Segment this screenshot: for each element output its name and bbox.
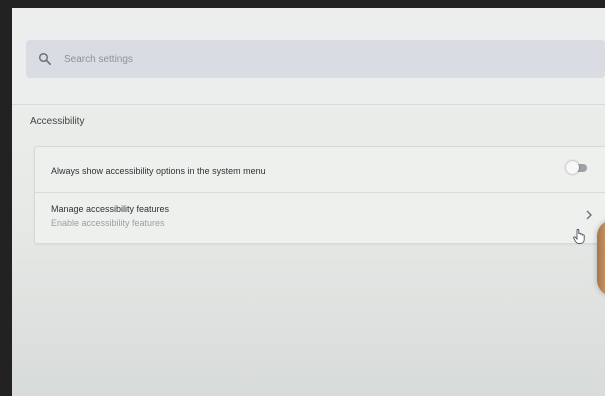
toggle-knob [566,161,579,174]
manage-accessibility-features-row[interactable]: Manage accessibility features Enable acc… [35,193,605,243]
user-finger [597,220,605,296]
always-show-accessibility-options-row[interactable]: Always show accessibility options in the… [35,147,605,193]
manage-accessibility-features-description: Enable accessibility features [51,218,165,228]
hand-cursor-icon [572,227,588,245]
settings-screen: Accessibility Always show accessibility … [12,8,605,396]
manage-accessibility-features-label: Manage accessibility features [51,204,170,214]
search-input[interactable] [62,52,605,66]
search-icon [38,52,52,66]
chevron-right-icon[interactable] [585,207,593,220]
search-bar[interactable] [26,40,605,78]
accessibility-menu-toggle[interactable] [566,161,587,174]
accessibility-settings-card: Always show accessibility options in the… [34,146,605,244]
settings-header [12,8,605,105]
accessibility-section-title: Accessibility [30,116,85,127]
device-bezel: Accessibility Always show accessibility … [0,0,605,396]
always-show-accessibility-options-label: Always show accessibility options in the… [51,166,266,176]
